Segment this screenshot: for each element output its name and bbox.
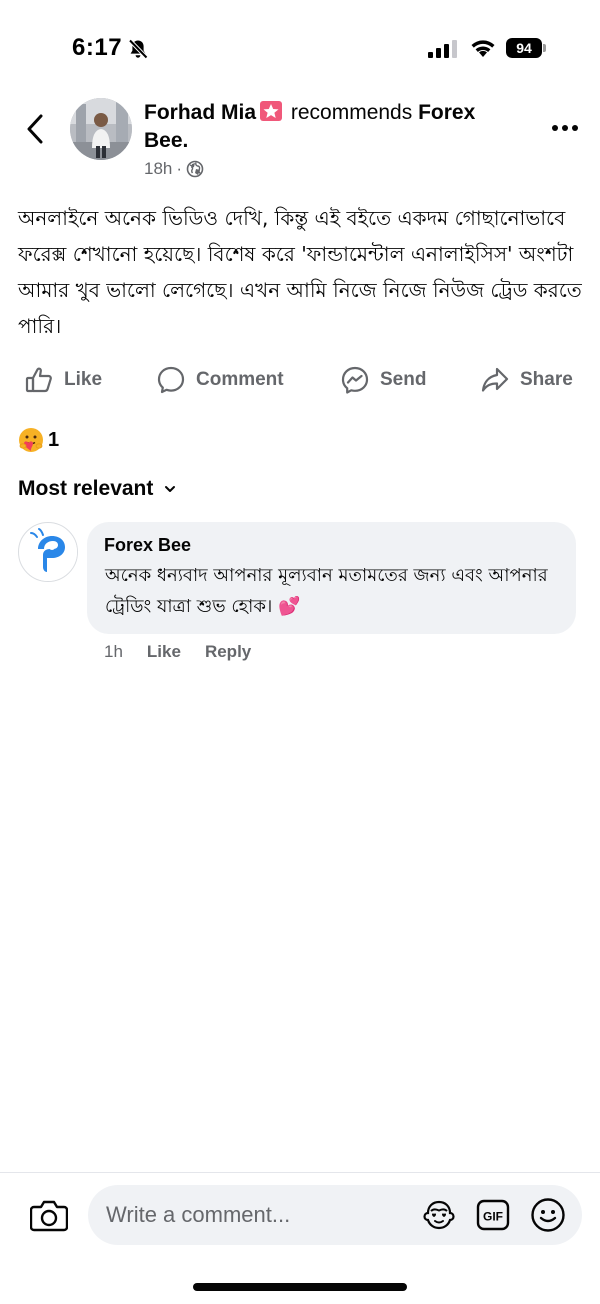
more-dots-icon [572, 125, 578, 131]
more-dots-icon [552, 125, 558, 131]
more-options-button[interactable] [548, 118, 582, 138]
comment-button[interactable]: Comment [156, 358, 284, 402]
home-indicator[interactable] [193, 1283, 407, 1291]
gif-icon[interactable]: GIF [476, 1199, 510, 1231]
composer-divider [0, 1172, 600, 1173]
comment-reply-button[interactable]: Reply [205, 642, 251, 662]
comment-text-body: অনেক ধন্যবাদ আপনার মূল্যবান মতামতের জন্য… [105, 565, 548, 617]
post-header-text: Forhad Mia recommends Forex Bee. [144, 99, 524, 155]
bell-slash-icon [128, 39, 148, 59]
forex-bee-logo [20, 524, 77, 581]
like-button[interactable]: Like [24, 358, 102, 402]
comment-like-button[interactable]: Like [147, 642, 181, 662]
sort-label: Most relevant [18, 477, 154, 500]
svg-text:GIF: GIF [483, 1210, 503, 1224]
comment-sort-dropdown[interactable]: Most relevant [18, 477, 177, 501]
messenger-icon [341, 366, 369, 394]
comment-text: অনেক ধন্যবাদ আপনার মূল্যবান মতামতের জন্য… [105, 560, 558, 622]
wifi-icon [471, 40, 495, 57]
meta-separator: · [176, 159, 183, 178]
author-avatar[interactable] [70, 98, 132, 160]
share-button[interactable]: Share [480, 358, 573, 402]
comment-bubble[interactable]: Forex Bee অনেক ধন্যবাদ আপনার মূল্যবান মত… [87, 522, 576, 634]
commenter-avatar[interactable] [18, 522, 78, 582]
reaction-summary[interactable]: 1 [18, 426, 59, 454]
post-meta: 18h · [144, 159, 204, 179]
more-dots-icon [562, 125, 568, 131]
post-actions-bar: Like Comment Send Share [0, 358, 600, 402]
battery-level: 94 [506, 38, 542, 58]
thumbs-up-icon [25, 367, 52, 393]
battery-tip [543, 44, 546, 52]
reaction-count: 1 [48, 428, 60, 451]
author-name[interactable]: Forhad Mia [144, 101, 256, 124]
comment-label: Comment [196, 369, 284, 390]
post-time[interactable]: 18h [144, 159, 172, 179]
send-button[interactable]: Send [340, 358, 426, 402]
comment-input[interactable]: Write a comment... GIF [88, 1185, 582, 1245]
comment-author[interactable]: Forex Bee [104, 534, 558, 556]
chevron-down-icon [165, 486, 176, 492]
page-name-continued[interactable]: Bee. [144, 129, 188, 152]
share-label: Share [520, 369, 573, 390]
signal-icon [428, 40, 457, 58]
like-label: Like [64, 369, 103, 390]
comment-time: 1h [104, 642, 123, 661]
status-bar: 6:17 94 [0, 0, 600, 96]
care-reaction-icon [19, 428, 43, 452]
back-button[interactable] [18, 110, 52, 148]
author-photo [70, 98, 132, 160]
top-fan-badge-icon [260, 101, 283, 121]
globe-icon [186, 160, 204, 178]
status-time: 6:17 [72, 34, 123, 61]
recommends-verb: recommends [290, 101, 413, 124]
two-hearts-emoji: 💕 [278, 596, 301, 617]
camera-icon[interactable] [30, 1198, 68, 1232]
comment-meta: 1h Like Reply [104, 642, 251, 662]
emoji-icon[interactable] [530, 1197, 566, 1233]
send-label: Send [380, 369, 427, 390]
battery-icon: 94 [506, 38, 546, 58]
page-name[interactable]: Forex [418, 101, 475, 124]
avatar-sticker-icon[interactable] [422, 1199, 456, 1231]
comment-input-placeholder: Write a comment... [106, 1202, 291, 1227]
back-arrow-icon [27, 114, 43, 144]
comment-bubble-icon [157, 366, 185, 394]
post-body: অনলাইনে অনেক ভিডিও দেখি, কিন্তু এই বইতে … [18, 206, 582, 338]
share-arrow-icon [481, 367, 509, 392]
